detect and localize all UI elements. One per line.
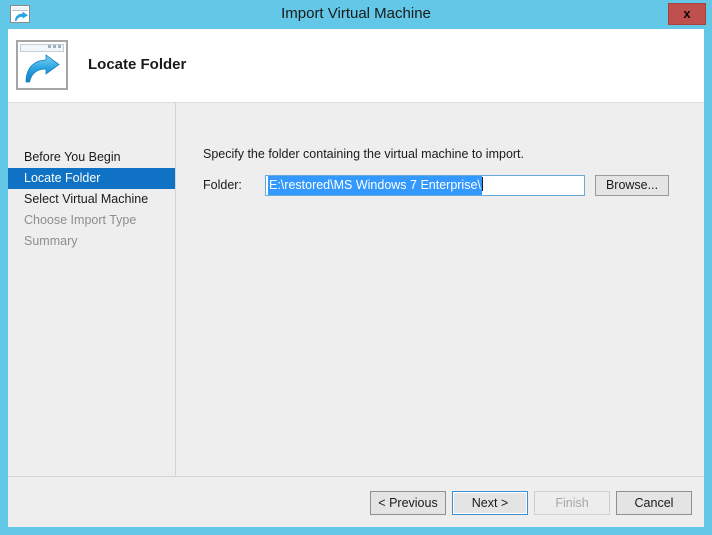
dialog-client-area: Locate Folder Before You Begin Locate Fo…	[8, 29, 704, 527]
finish-button: Finish	[534, 491, 610, 515]
sidebar-item-label: Choose Import Type	[24, 213, 137, 227]
sidebar-item-summary[interactable]: Summary	[8, 231, 175, 252]
dialog-footer: < Previous Next > Finish Cancel	[8, 476, 704, 527]
page-title: Locate Folder	[88, 56, 187, 73]
icon-caption-dots	[48, 45, 61, 48]
sidebar-item-label: Select Virtual Machine	[24, 192, 149, 206]
wizard-step-list: Before You Begin Locate Folder Select Vi…	[8, 103, 176, 476]
page-header: Locate Folder	[8, 29, 704, 103]
folder-field-row: Folder: E:\restored\MS Windows 7 Enterpr…	[203, 175, 698, 197]
wizard-content-pane: Specify the folder containing the virtua…	[177, 103, 704, 476]
text-caret	[481, 177, 483, 191]
close-button[interactable]: x	[668, 3, 706, 25]
folder-input[interactable]: E:\restored\MS Windows 7 Enterprise\	[265, 175, 585, 196]
sidebar-item-before-you-begin[interactable]: Before You Begin	[8, 147, 175, 168]
blue-arrow-glyph	[25, 54, 60, 83]
window-title: Import Virtual Machine	[281, 5, 431, 22]
sidebar-item-label: Before You Begin	[24, 150, 121, 164]
sidebar-item-choose-import-type[interactable]: Choose Import Type	[8, 210, 175, 231]
sidebar-item-label: Summary	[24, 234, 78, 248]
folder-input-value: E:\restored\MS Windows 7 Enterprise\	[268, 176, 482, 195]
sidebar-item-locate-folder[interactable]: Locate Folder	[8, 168, 175, 189]
sidebar-item-label: Locate Folder	[24, 171, 101, 185]
previous-button[interactable]: < Previous	[370, 491, 446, 515]
cancel-button[interactable]: Cancel	[616, 491, 692, 515]
import-virtual-machine-window: Import Virtual Machine x Locate Folder B…	[0, 0, 712, 535]
folder-label: Folder:	[203, 178, 242, 192]
next-button[interactable]: Next >	[452, 491, 528, 515]
instruction-text: Specify the folder containing the virtua…	[203, 147, 525, 161]
browse-button[interactable]: Browse...	[595, 175, 669, 196]
dialog-body: Before You Begin Locate Folder Select Vi…	[8, 103, 704, 476]
window-with-right-arrow-icon	[16, 40, 68, 90]
sidebar-item-select-virtual-machine[interactable]: Select Virtual Machine	[8, 189, 175, 210]
title-bar[interactable]: Import Virtual Machine x	[0, 0, 712, 29]
